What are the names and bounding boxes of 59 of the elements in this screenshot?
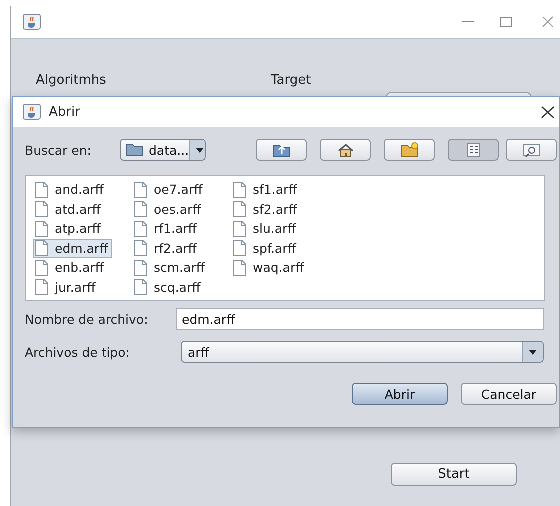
folder-name: data... bbox=[149, 142, 190, 158]
new-folder-icon bbox=[400, 141, 420, 159]
maximize-icon[interactable] bbox=[499, 16, 513, 28]
folder-icon bbox=[126, 143, 144, 157]
field-label: Algoritmhs bbox=[36, 73, 108, 88]
java-cup-icon bbox=[23, 14, 41, 30]
toolbar-button[interactable] bbox=[256, 139, 307, 161]
field-label: Target bbox=[271, 73, 312, 88]
toolbar-button[interactable] bbox=[384, 139, 435, 161]
file-item[interactable]: sf1.arff bbox=[231, 180, 302, 199]
file-item[interactable]: rf2.arff bbox=[132, 238, 201, 258]
file-icon bbox=[35, 240, 49, 256]
file-icon bbox=[134, 201, 148, 217]
file-type-dropdown[interactable]: arff bbox=[181, 341, 544, 363]
file-icon bbox=[233, 182, 247, 198]
file-icon bbox=[233, 260, 247, 276]
file-icon bbox=[233, 240, 247, 256]
file-item[interactable]: scm.arff bbox=[132, 258, 209, 277]
file-name-field[interactable]: edm.arff bbox=[176, 308, 544, 330]
file-item[interactable]: oe7.arff bbox=[132, 180, 207, 199]
file-icon bbox=[35, 260, 49, 276]
file-icon bbox=[35, 279, 49, 295]
dialog-title: Abrir bbox=[49, 104, 80, 120]
close-icon[interactable] bbox=[541, 106, 555, 119]
file-item[interactable]: and.arff bbox=[33, 180, 108, 199]
file-item[interactable]: edm.arff bbox=[33, 238, 112, 258]
toolbar-button[interactable] bbox=[448, 139, 499, 161]
file-icon bbox=[134, 260, 148, 276]
toolbar-button[interactable] bbox=[320, 139, 371, 161]
file-name-label: Nombre de archivo: bbox=[25, 312, 150, 326]
file-icon bbox=[35, 182, 49, 198]
file-icon bbox=[134, 220, 148, 236]
file-item[interactable]: rf1.arff bbox=[132, 219, 201, 238]
look-in-label: Buscar en: bbox=[25, 142, 92, 158]
file-item[interactable]: spf.arff bbox=[231, 238, 300, 258]
dialog-button[interactable]: Cancelar bbox=[461, 383, 557, 405]
file-item[interactable]: oes.arff bbox=[132, 200, 206, 218]
home-icon bbox=[336, 141, 356, 159]
file-item[interactable]: waq.arff bbox=[231, 258, 308, 277]
file-type-label: Archivos de tipo: bbox=[25, 344, 131, 360]
java-cup-icon bbox=[23, 104, 41, 120]
toolbar-button[interactable] bbox=[506, 139, 557, 161]
look-in-dropdown[interactable]: data... bbox=[120, 139, 206, 161]
file-icon bbox=[233, 220, 247, 236]
file-icon bbox=[35, 220, 49, 236]
file-icon bbox=[35, 201, 49, 217]
file-item[interactable]: slu.arff bbox=[231, 219, 300, 238]
file-item[interactable]: atd.arff bbox=[33, 200, 105, 218]
file-icon bbox=[233, 201, 247, 217]
file-icon bbox=[134, 240, 148, 256]
start-button[interactable]: Start bbox=[391, 463, 517, 486]
file-icon bbox=[134, 182, 148, 198]
file-item[interactable]: atp.arff bbox=[33, 219, 105, 238]
file-icon bbox=[134, 279, 148, 295]
file-item[interactable]: sf2.arff bbox=[231, 200, 302, 218]
file-item[interactable]: jur.arff bbox=[33, 278, 100, 296]
dialog-button[interactable]: Abrir bbox=[352, 383, 448, 405]
file-item[interactable]: enb.arff bbox=[33, 258, 108, 277]
file-item[interactable]: scq.arff bbox=[132, 278, 205, 296]
